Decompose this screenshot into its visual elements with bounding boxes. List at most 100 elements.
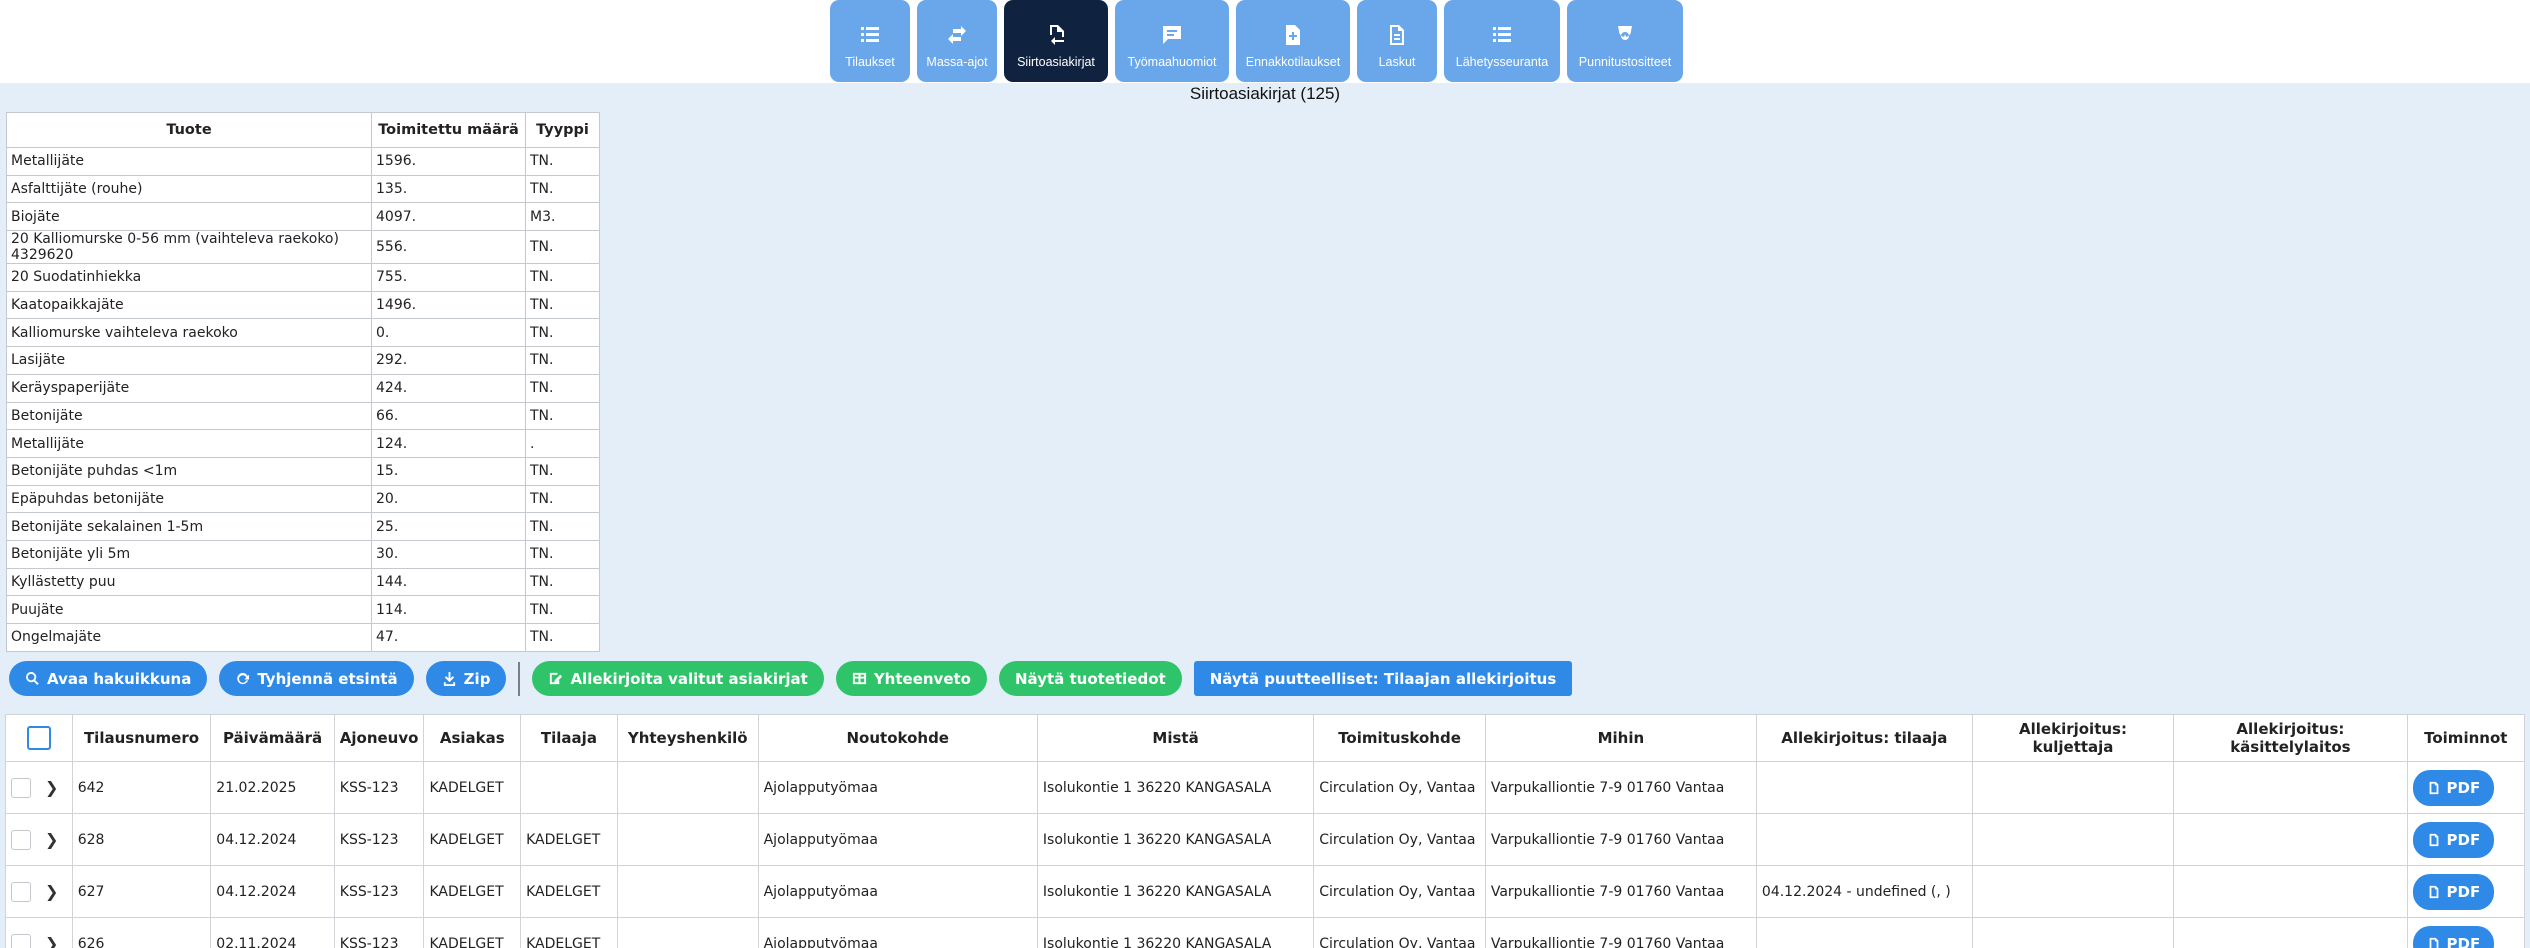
customer-cell: KADELGET	[423, 813, 522, 866]
product-row: Ongelmajäte 47. TN.	[6, 623, 600, 652]
product-row: Lasijäte 292. TN.	[6, 346, 600, 375]
product-quantity-cell: 755.	[371, 263, 526, 292]
pdf-button[interactable]: PDF	[2412, 925, 2495, 948]
chevron-right-icon[interactable]: ❯	[45, 778, 58, 797]
nav-label: Punnitustositteet	[1578, 55, 1672, 69]
show-missing-label: Näytä puutteelliset: Tilaajan allekirjoi…	[1209, 669, 1557, 688]
nav-työmaahuomiot[interactable]: Työmaahuomiot	[1115, 0, 1229, 82]
nav-siirtoasiakirjat[interactable]: Siirtoasiakirjat	[1004, 0, 1108, 82]
show-missing-signature-button[interactable]: Näytä puutteelliset: Tilaajan allekirjoi…	[1193, 661, 1573, 696]
contact-cell	[616, 917, 759, 948]
product-row: Metallijäte 1596. TN.	[6, 147, 600, 176]
orders-header-12[interactable]: Allekirjoitus: käsittelylaitos	[2173, 714, 2408, 762]
open-search-button[interactable]: Avaa hakuikkuna	[9, 661, 208, 696]
pdf-button[interactable]: PDF	[2412, 821, 2495, 858]
product-name-cell: Betonijäte puhdas <1m	[6, 456, 372, 486]
pdf-button[interactable]: PDF	[2412, 873, 2495, 910]
chevron-right-icon[interactable]: ❯	[45, 934, 58, 948]
product-quantity-cell: 135.	[371, 174, 526, 204]
orders-header-5[interactable]: Yhteyshenkilö	[616, 714, 759, 762]
row-checkbox[interactable]	[11, 933, 31, 948]
orders-header-2[interactable]: Ajoneuvo	[333, 714, 425, 762]
table-icon	[852, 671, 867, 686]
pickup-site-cell: Ajolapputyömaa	[757, 761, 1038, 814]
table-row[interactable]: ❯ 642 21.02.2025 KSS-123 KADELGET Ajolapputyö…	[5, 761, 2525, 814]
product-type-cell: TN.	[525, 567, 600, 597]
nav-tilaukset[interactable]: Tilaukset	[830, 0, 910, 82]
product-row: Metallijäte 124..	[6, 429, 600, 458]
product-type-cell: M3.	[525, 202, 600, 232]
orders-header-7[interactable]: Mistä	[1036, 714, 1315, 762]
contact-cell	[616, 865, 759, 918]
customer-cell: KADELGET	[423, 865, 522, 918]
pdf-label: PDF	[2446, 934, 2481, 948]
chevron-right-icon[interactable]: ❯	[45, 830, 58, 849]
orderer-cell: KADELGET	[520, 813, 618, 866]
product-quantity-cell: 144.	[371, 567, 526, 597]
product-type-cell: TN.	[525, 539, 600, 569]
search-icon	[25, 671, 40, 686]
orders-header-0[interactable]: Tilausnumero	[71, 714, 212, 762]
product-type-cell: TN.	[525, 401, 600, 431]
table-row[interactable]: ❯ 628 04.12.2024 KSS-123 KADELGET KADELGET Ajo…	[5, 813, 2525, 866]
orders-header-13[interactable]: Toiminnot	[2406, 714, 2525, 762]
orders-header-10[interactable]: Allekirjoitus: tilaaja	[1755, 714, 1973, 762]
pickup-site-cell: Ajolapputyömaa	[757, 813, 1038, 866]
pdf-button[interactable]: PDF	[2412, 769, 2495, 806]
row-checkbox[interactable]	[11, 881, 31, 902]
orders-header-3[interactable]: Asiakas	[423, 714, 522, 762]
clear-search-button[interactable]: Tyhjennä etsintä	[219, 661, 414, 696]
product-name-cell: Metallijäte	[6, 147, 372, 176]
to-address-cell: Varpukalliontie 7-9 01760 Vantaa	[1484, 917, 1757, 948]
orders-header-11[interactable]: Allekirjoitus: kuljettaja	[1971, 714, 2175, 762]
products-header-product: Tuote	[6, 112, 372, 148]
product-name-cell: Asfalttijäte (rouhe)	[6, 174, 372, 204]
product-type-cell: TN.	[525, 318, 600, 348]
orders-header-1[interactable]: Päivämäärä	[210, 714, 335, 762]
order-number-cell: 628	[71, 813, 212, 866]
nav-ennakkotilaukset[interactable]: Ennakkotilaukset	[1236, 0, 1350, 82]
vehicle-cell: KSS-123	[333, 761, 425, 814]
date-cell: 02.11.2024	[210, 917, 335, 948]
product-quantity-cell: 556.	[371, 230, 526, 265]
summary-button[interactable]: Yhteenveto	[835, 661, 987, 696]
contact-cell	[616, 813, 759, 866]
nav-lähetysseuranta[interactable]: Lähetysseuranta	[1444, 0, 1560, 82]
row-checkbox[interactable]	[11, 777, 31, 798]
nav-punnitustositteet[interactable]: Punnitustositteet	[1567, 0, 1683, 82]
orders-header-9[interactable]: Mihin	[1484, 714, 1757, 762]
zip-button[interactable]: Zip	[425, 661, 507, 696]
chevron-right-icon[interactable]: ❯	[45, 882, 58, 901]
signature-driver-cell	[1971, 813, 2175, 866]
refresh-icon	[235, 671, 250, 686]
from-address-cell: Isolukontie 1 36220 KANGASALA	[1036, 761, 1315, 814]
nav-laskut[interactable]: Laskut	[1357, 0, 1437, 82]
table-row[interactable]: ❯ 627 04.12.2024 KSS-123 KADELGET KADELGET Ajo…	[5, 865, 2525, 918]
vehicle-cell: KSS-123	[333, 865, 425, 918]
clear-search-label: Tyhjennä etsintä	[257, 669, 398, 688]
product-row: Asfalttijäte (rouhe) 135. TN.	[6, 174, 600, 204]
row-checkbox[interactable]	[11, 829, 31, 850]
nav-massa-ajot[interactable]: Massa-ajot	[917, 0, 997, 82]
product-row: Kaatopaikkajäte 1496. TN.	[6, 290, 600, 320]
show-product-info-button[interactable]: Näytä tuotetiedot	[998, 661, 1182, 696]
row-select-cell: ❯	[5, 761, 73, 814]
orders-header-6[interactable]: Noutokohde	[757, 714, 1038, 762]
product-type-cell: TN.	[525, 623, 600, 652]
orders-header-8[interactable]: Toimituskohde	[1313, 714, 1486, 762]
sign-selected-button[interactable]: Allekirjoita valitut asiakirjat	[532, 661, 824, 696]
file-pdf-icon	[2429, 781, 2438, 794]
orders-table-container: Tilausnumero Päivämäärä Ajoneuvo Asiakas Til…	[5, 714, 2525, 948]
signature-orderer-cell	[1755, 917, 1973, 948]
to-address-cell: Varpukalliontie 7-9 01760 Vantaa	[1484, 865, 1757, 918]
orders-header-4[interactable]: Tilaaja	[520, 714, 618, 762]
to-address-cell: Varpukalliontie 7-9 01760 Vantaa	[1484, 761, 1757, 814]
customer-cell: KADELGET	[423, 917, 522, 948]
from-address-cell: Isolukontie 1 36220 KANGASALA	[1036, 813, 1315, 866]
product-quantity-cell: 20.	[371, 484, 526, 514]
product-name-cell: 20 Kalliomurske 0-56 mm (vaihteleva raek…	[6, 230, 372, 265]
product-quantity-cell: 15.	[371, 456, 526, 486]
product-quantity-cell: 25.	[371, 512, 526, 541]
select-all-checkbox[interactable]	[26, 726, 51, 750]
table-row[interactable]: ❯ 626 02.11.2024 KSS-123 KADELGET KADELGET Ajo…	[5, 917, 2525, 948]
